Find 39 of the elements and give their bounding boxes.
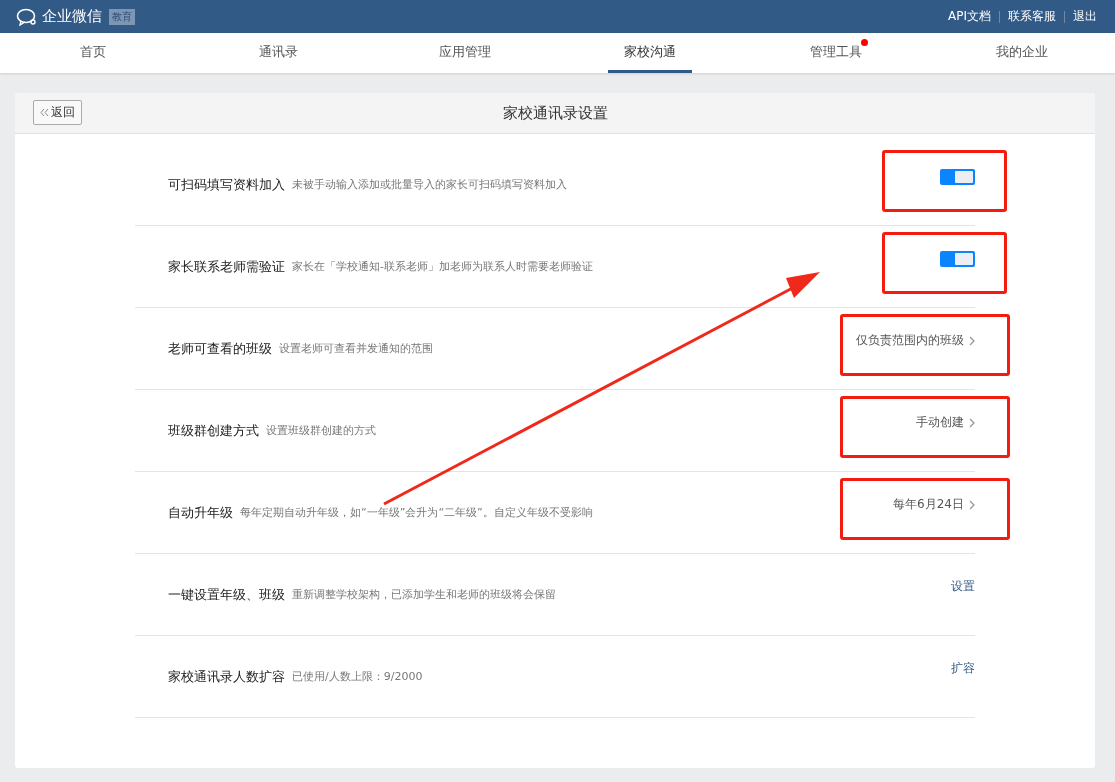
setting-description: 家长在「学校通知-联系老师」加老师为联系人时需要老师验证	[292, 259, 593, 274]
chevron-right-icon	[969, 417, 975, 428]
brand-tag: 教育	[109, 8, 135, 25]
header-link[interactable]: 联系客服	[1008, 8, 1056, 25]
nav-tab[interactable]: 我的企业	[980, 33, 1065, 73]
toggle-switch[interactable]	[940, 250, 975, 267]
action-link[interactable]: 设置	[951, 578, 975, 595]
setting-description: 未被手动输入添加或批量导入的家长可扫码填写资料加入	[292, 177, 567, 192]
header-link[interactable]: 退出	[1073, 8, 1097, 25]
setting-description: 重新调整学校架构，已添加学生和老师的班级将会保留	[292, 587, 556, 602]
setting-description: 已使用/人数上限：9/2000	[292, 669, 423, 684]
setting-description: 设置老师可查看并发通知的范围	[279, 341, 433, 356]
nav-tab[interactable]: 管理工具	[794, 33, 879, 73]
panel-title: 家校通讯录设置	[502, 103, 608, 123]
setting-description: 设置班级群创建的方式	[266, 423, 376, 438]
action-link[interactable]: 扩容	[951, 660, 975, 677]
chevron-right-icon	[969, 335, 975, 346]
back-button[interactable]: 返回	[33, 100, 82, 125]
nav-tab[interactable]: 应用管理	[422, 33, 507, 73]
setting-value-link[interactable]: 手动创建	[916, 414, 964, 431]
setting-title: 老师可查看的班级	[168, 339, 272, 358]
setting-title: 一键设置年级、班级	[168, 585, 285, 604]
setting-value-link[interactable]: 仅负责范围内的班级	[856, 332, 964, 349]
chat-bubble-icon	[16, 7, 38, 26]
header-link[interactable]: API文档	[948, 8, 991, 25]
setting-title: 自动升年级	[168, 503, 233, 522]
toggle-switch[interactable]	[940, 168, 975, 185]
chevron-right-icon	[969, 499, 975, 510]
setting-title: 家校通讯录人数扩容	[168, 667, 285, 686]
brand-name: 企业微信	[42, 7, 102, 26]
nav-tab[interactable]: 通讯录	[243, 33, 315, 73]
setting-title: 家长联系老师需验证	[168, 257, 285, 276]
setting-description: 每年定期自动升年级，如“一年级”会升为“二年级”。自定义年级不受影响	[240, 505, 593, 520]
setting-title: 班级群创建方式	[168, 421, 259, 440]
nav-tab[interactable]: 首页	[63, 33, 122, 73]
setting-title: 可扫码填写资料加入	[168, 175, 285, 194]
setting-value-link[interactable]: 每年6月24日	[893, 496, 964, 513]
nav-tab[interactable]: 家校沟通	[608, 33, 693, 73]
double-chevron-left-icon	[40, 108, 49, 117]
